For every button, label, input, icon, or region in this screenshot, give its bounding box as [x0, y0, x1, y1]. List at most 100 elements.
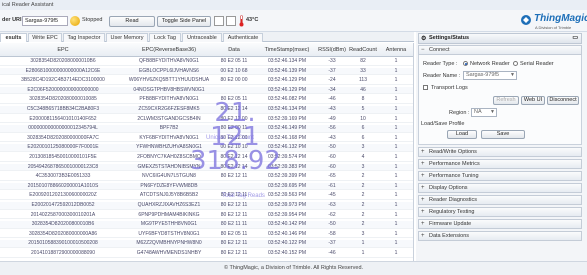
readcount-cell: 2 [361, 221, 365, 228]
table-row[interactable]: E2000081156401010140F652 2CLWM3STGANDGCSB… [0, 116, 413, 124]
section-performance-tuning[interactable]: + Performance Tuning [418, 171, 582, 181]
timestamp-cell: 03:52:39.695 PM [267, 182, 307, 189]
pin-icon[interactable]: ▭ [572, 34, 578, 43]
table-row[interactable]: C5C348B65718BB34C2BA80F3 ZC59CXR2G6FZESF8… [0, 106, 413, 114]
table-row[interactable]: E2020010125080000F7F0001E YFWHNWBHZUHVA8S… [0, 144, 413, 153]
table-row[interactable]: 4C3530073B3E0051333 NVC6IG4UN7L5TGUN8 80 E… [0, 173, 413, 181]
col-readcount[interactable]: ReadCount [348, 47, 378, 53]
toolbar-checkbox-icon[interactable] [214, 16, 224, 26]
section-reader-diagnostics[interactable]: + Reader Diagnostics [418, 195, 582, 205]
tab-user-memory[interactable]: User Memory [106, 33, 148, 42]
table-row[interactable]: 2015010588390100010500208 M62Z2QVMBHNYPNH… [0, 240, 413, 249]
transport-logs-checkbox[interactable] [423, 85, 428, 90]
section-connect[interactable]: − Connect [418, 45, 582, 55]
col-antenna[interactable]: Antenna [380, 47, 412, 53]
epc-reverse-cell: M62Z2QVMBHNYPNHW8N0 [136, 240, 202, 247]
table-row[interactable]: E2009201202130060000020Z ATCDTSNJ0J5Y8B6B… [0, 192, 413, 201]
section-label: Regulatory Testing [429, 209, 475, 215]
reader-name-select[interactable]: Sargas-979f5 ▼ [463, 71, 517, 80]
data-cell: 80 E2 05 11 [220, 58, 248, 64]
reader-name-label: Reader Name : [423, 73, 461, 79]
tab-untraceable[interactable]: Untraceable [182, 33, 222, 42]
section-label: Display Options [429, 185, 468, 191]
section-display-options[interactable]: + Display Options [418, 183, 582, 193]
load-button[interactable]: Load [447, 130, 477, 139]
table-row[interactable]: 20549426878650010000123C8 GMEXZ5TSTAHDNIB… [0, 163, 413, 172]
table-row[interactable]: E200201472592012DB0052 QUAHXRZJIXAVHZ6S3E… [0, 202, 413, 210]
gear-icon: ⚙ [421, 36, 427, 42]
timestamp-cell: 03:52:40.122 PM [267, 240, 307, 247]
expand-icon: + [421, 209, 425, 215]
col-data[interactable]: Data [212, 47, 256, 53]
col-timestamp[interactable]: TimeStamp(msec) [258, 47, 316, 53]
antenna-cell: 1 [394, 144, 398, 151]
data-cell: 80 E2 00 11 [220, 125, 248, 132]
readcount-cell: 8 [361, 96, 365, 103]
timestamp-cell: 03:52:39.973 PM [267, 202, 307, 208]
timestamp-cell: 03:52:46.134 PM [267, 106, 307, 112]
data-cell: 80 E2 12 14 [220, 154, 248, 160]
save-button[interactable]: Save [481, 130, 525, 139]
tab-authenticate[interactable]: Authenticate [223, 33, 263, 42]
epc-cell: 3028354D8202080000010B6 [30, 58, 96, 64]
connect-body: Reader Type : Network Reader Serial Read… [418, 55, 582, 145]
disconnect-button[interactable]: Disconnect [547, 96, 579, 105]
table-row[interactable]: 000000000000000012345794L BPF7B2 80 E2 00 … [0, 125, 413, 133]
tab-write-epc[interactable]: Write EPC [28, 33, 62, 42]
reader-uri-select[interactable]: Sargas-979f5 [22, 16, 68, 26]
epc-cell: 201308185450010000101F5E [29, 154, 97, 160]
tab-lock-tag[interactable]: Lock Tag [149, 33, 181, 42]
rssi-cell: -24 [328, 77, 336, 84]
section-firmware-update[interactable]: + Firmware Update [418, 219, 582, 229]
network-reader-radio[interactable] [463, 61, 468, 66]
region-select[interactable]: NA ▼ [471, 108, 497, 117]
section-performance-metrics[interactable]: + Performance Metrics [418, 159, 582, 169]
col-epc-reverse[interactable]: EPC(ReverseBase36) [128, 47, 210, 53]
expand-icon: + [421, 185, 425, 191]
epc-reverse-cell: PFB8BFYDITHVA8VN0G1 [139, 96, 199, 103]
table-row[interactable]: 3028354D8202080000000A86 UYF6BFYD8TSTHV8N… [0, 230, 413, 239]
epc-cell: E2009201202130060000020Z [29, 192, 97, 199]
table-row[interactable]: 2014022587000300010201A 6PNP9PDHMAM4BIKIN… [0, 211, 413, 220]
serial-reader-radio[interactable] [513, 61, 518, 66]
refresh-button[interactable]: Refresh [493, 96, 519, 105]
readcount-cell: 3 [361, 230, 365, 237]
table-row[interactable]: E2C06F5200000000000000000 04NOSGTPHBV8HBS… [0, 86, 413, 95]
panel-title: Settings/Status [429, 35, 470, 41]
timestamp-cell: 03:52:46.134 PM [267, 58, 307, 64]
antenna-cell: 1 [394, 58, 398, 64]
table-row[interactable]: 3028354D820200800010B6 MG9TPYE5THH8VN0G1 8… [0, 221, 413, 229]
table-row[interactable]: 2015010788660200001A1010S PN6FYDZE8YFVWM8… [0, 182, 413, 191]
rssi-cell: -43 [328, 134, 336, 141]
grid-header: EPC EPC(ReverseBase36) Data TimeStamp(ms… [0, 43, 413, 57]
timestamp-cell: 03:52:46.129 PM [267, 77, 307, 84]
chevron-down-icon: ▼ [490, 109, 495, 115]
section-data-extensions[interactable]: + Data Extensions [418, 231, 582, 241]
col-rssi[interactable]: RSSI(dBm) [318, 47, 346, 53]
section-read-write-options[interactable]: + Read/Write Options [418, 147, 582, 157]
toggle-side-panel-button[interactable]: Toggle Side Panel [157, 16, 211, 27]
epc-reverse-cell: QFB8BFYDITHVA8VN0G1 [139, 58, 199, 64]
table-row[interactable]: 20141018872900000088090 G4748AWHVMENDS1NH… [0, 250, 413, 258]
read-button[interactable]: Read [109, 16, 155, 27]
timestamp-cell: 03:52:39.383 PM [267, 163, 307, 170]
rssi-cell: -45 [328, 192, 336, 199]
toolbar-clear-icon[interactable] [226, 16, 236, 26]
table-row[interactable]: E2806810000000000000A12C6E EGBLOCPPL6IJVH… [0, 67, 413, 76]
table-row[interactable]: 201308185450010000101F5E 2FOBNYC7KAH0Z8SC… [0, 154, 413, 162]
total-tag-reads-label: Total Tag Reads [222, 193, 265, 199]
tag-results-grid[interactable]: EPC EPC(ReverseBase36) Data TimeStamp(ms… [0, 43, 414, 261]
web-ui-button[interactable]: Web UI [521, 96, 545, 105]
timestamp-cell: 03:52:40.152 PM [267, 250, 307, 256]
readcount-cell: 1 [361, 250, 365, 256]
table-row[interactable]: 3028354D8202080000010B6 QFB8BFYDITHVA8VN0… [0, 58, 413, 66]
table-row[interactable]: 3B528C4D192C4B3714EDC3100000 W06YHV6ZKQ5B… [0, 77, 413, 85]
readcount-cell: 3 [361, 163, 365, 170]
tab-results[interactable]: esults [0, 33, 27, 42]
antenna-cell: 1 [394, 221, 398, 228]
section-regulatory-testing[interactable]: + Regulatory Testing [418, 207, 582, 217]
data-cell: 80 E2 12 11 [220, 211, 248, 218]
col-epc[interactable]: EPC [0, 47, 126, 53]
tab-tag-inspector[interactable]: Tag Inspector [63, 33, 105, 42]
table-row[interactable]: 3028354D8202080000010085 PFB8BFYDITHVA8VN… [0, 96, 413, 105]
